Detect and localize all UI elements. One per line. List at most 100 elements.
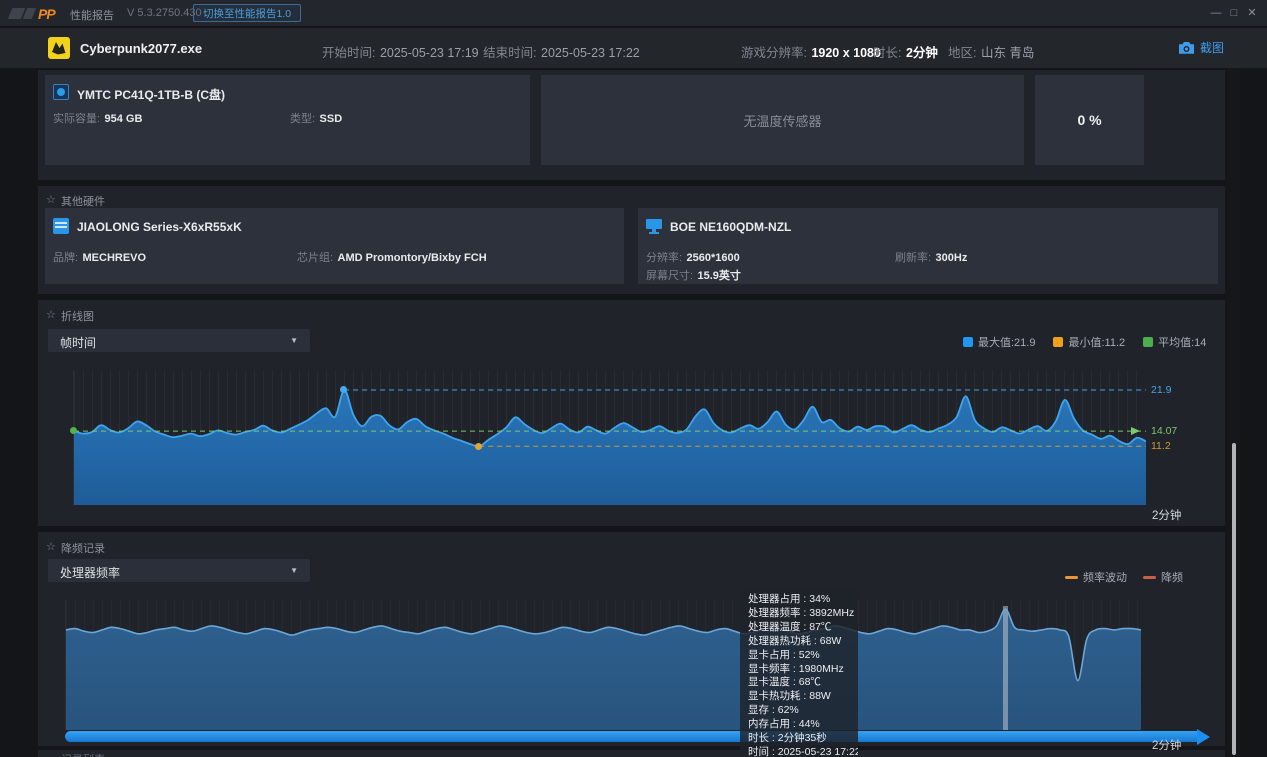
- legend-swatch: [963, 337, 973, 347]
- frame-time-series: [74, 370, 1146, 505]
- display-resolution: 分辨率: 2560*1600: [646, 248, 740, 266]
- game-icon-glyph: [48, 37, 70, 59]
- motherboard-icon: [53, 218, 69, 234]
- app-version: V 5.3.2750.430: [127, 7, 202, 19]
- disk-capacity: 实际容量: 954 GB: [53, 109, 142, 127]
- record-list-section: 记录列表: [38, 750, 1225, 757]
- star-icon: ☆: [46, 308, 56, 321]
- other-hardware-section: ☆ 其他硬件 JIAOLONG Series-X6xR55xK 品牌: MECH…: [38, 186, 1225, 294]
- logo-text: PP: [38, 6, 55, 22]
- screen-size-label: 屏幕尺寸:: [646, 270, 693, 282]
- switch-report-button[interactable]: 切换至性能报告1.0: [193, 4, 301, 22]
- star-icon: ☆: [46, 193, 56, 206]
- minimize-button[interactable]: —: [1207, 0, 1225, 26]
- tooltip-line: 显卡频率 : 1980MHz: [748, 663, 850, 677]
- disk-icon: [53, 84, 69, 100]
- refresh-label: 刷新率:: [895, 252, 931, 264]
- line-chart-section: ☆ 折线图 帧时间 ▼ 最大值:21.9 最小值:11.2 平均值:14 21: [38, 300, 1225, 526]
- end-time-value: 2025-05-23 17:22: [541, 46, 640, 60]
- disk-usage-value: 0 %: [1035, 75, 1144, 165]
- disk-type: 类型: SSD: [290, 109, 342, 127]
- type-label: 类型:: [290, 113, 315, 125]
- game-icon: [48, 37, 70, 59]
- close-button[interactable]: ✕: [1243, 0, 1261, 26]
- monitor-icon: [646, 218, 662, 234]
- logo-swoosh-icon: [23, 8, 36, 19]
- legend-item-min[interactable]: 最小值:11.2: [1053, 334, 1125, 350]
- tooltip-line: 内存占用 : 44%: [748, 718, 850, 732]
- metric-dropdown[interactable]: 帧时间 ▼: [48, 329, 310, 352]
- duration-info: 时长: 2分钟: [873, 42, 938, 62]
- throttle-legend: 频率波动 降频: [1065, 569, 1183, 585]
- tooltip-line: 显卡占用 : 52%: [748, 649, 850, 663]
- legend-label: 频率波动: [1083, 569, 1127, 585]
- resolution-label: 游戏分辨率:: [741, 46, 807, 60]
- frame-time-chart[interactable]: 21.914.0711.2: [73, 370, 1223, 505]
- legend-swatch: [1143, 337, 1153, 347]
- data-point-marker: [475, 443, 482, 450]
- legend-swatch: [1053, 337, 1063, 347]
- cpu-frequency-chart[interactable]: [65, 600, 1140, 730]
- tooltip-line: 时间 : 2025-05-23 17:22: [748, 746, 850, 757]
- section-title: 记录列表: [61, 751, 105, 757]
- motherboard-name: JIAOLONG Series-X6xR55xK: [77, 220, 242, 234]
- display-refresh: 刷新率: 300Hz: [895, 248, 967, 266]
- game-name: Cyberpunk2077.exe: [80, 41, 202, 56]
- maximize-button[interactable]: □: [1225, 0, 1243, 26]
- region-value: 山东 青岛: [981, 46, 1034, 60]
- cpu-frequency-plot-area[interactable]: [65, 600, 1140, 730]
- duration-label: 时长:: [873, 46, 901, 60]
- motherboard-panel: JIAOLONG Series-X6xR55xK 品牌: MECHREVO 芯片…: [45, 208, 624, 284]
- tooltip-line: 显卡温度 : 68℃: [748, 676, 850, 690]
- report-header: Cyberpunk2077.exe 开始时间: 2025-05-23 17:19…: [0, 28, 1267, 68]
- legend-label: 降频: [1161, 569, 1183, 585]
- ref-line-label: 21.9: [1151, 384, 1171, 396]
- legend-label: 最大值:21.9: [978, 334, 1035, 350]
- legend-item-avg[interactable]: 平均值:14: [1143, 334, 1206, 350]
- chipset-label: 芯片组:: [297, 252, 333, 264]
- region-label: 地区:: [948, 46, 976, 60]
- section-title: 其他硬件: [61, 193, 105, 209]
- legend-item-throttle[interactable]: 降频: [1143, 569, 1183, 585]
- display-panel: BOE NE160QDM-NZL 分辨率: 2560*1600 刷新率: 300…: [638, 208, 1218, 284]
- data-point-marker: [70, 427, 77, 434]
- metric-dropdown-value: 帧时间: [60, 334, 96, 351]
- legend-dash: [1065, 576, 1078, 579]
- screen-size-value: 15.9英寸: [698, 270, 741, 282]
- resolution-value: 1920 x 1080: [811, 46, 881, 60]
- chevron-down-icon: ▼: [290, 566, 298, 575]
- chevron-down-icon: ▼: [290, 336, 298, 345]
- throttle-section: ☆ 降频记录 处理器频率 ▼ 频率波动 降频 2分钟: [38, 532, 1225, 746]
- frequency-dropdown[interactable]: 处理器频率 ▼: [48, 559, 310, 582]
- screenshot-button[interactable]: 截图: [1178, 39, 1224, 56]
- scrollbar-thumb[interactable]: [1232, 443, 1236, 755]
- legend-label: 最小值:11.2: [1068, 334, 1125, 350]
- duration-value: 2分钟: [906, 46, 938, 60]
- start-time-label: 开始时间:: [322, 46, 375, 60]
- chipset-value: AMD Promontory/Bixby FCH: [338, 252, 487, 264]
- display-size: 屏幕尺寸: 15.9英寸: [646, 266, 741, 284]
- camera-icon: [1178, 41, 1195, 55]
- capacity-value: 954 GB: [105, 113, 143, 125]
- legend-item-max[interactable]: 最大值:21.9: [963, 334, 1035, 350]
- frame-time-plot-area[interactable]: [73, 370, 1145, 505]
- disk-name: YMTC PC41Q-1TB-B (C盘): [77, 86, 225, 103]
- x-axis-label: 2分钟: [1152, 507, 1181, 523]
- disk-usage-panel: 0 %: [1035, 75, 1144, 165]
- capacity-label: 实际容量:: [53, 113, 100, 125]
- app-logo: PP: [10, 6, 55, 24]
- tooltip-line: 显卡热功耗 : 88W: [748, 690, 850, 704]
- section-title: 降频记录: [61, 540, 105, 556]
- app-window: PP 性能报告 V 5.3.2750.430 切换至性能报告1.0 —□✕ Cy…: [0, 0, 1267, 757]
- tooltip-line: 处理器频率 : 3892MHz: [748, 607, 850, 621]
- time-info: 开始时间: 2025-05-23 17:19 结束时间: 2025-05-23 …: [322, 42, 640, 62]
- display-resolution-label: 分辨率:: [646, 252, 682, 264]
- titlebar: PP 性能报告 V 5.3.2750.430 切换至性能报告1.0 —□✕: [0, 0, 1267, 26]
- motherboard-brand: 品牌: MECHREVO: [53, 248, 146, 266]
- section-title: 折线图: [61, 308, 94, 324]
- screenshot-label: 截图: [1200, 39, 1224, 56]
- chart-legend: 最大值:21.9 最小值:11.2 平均值:14: [963, 334, 1206, 350]
- legend-item-fluctuation[interactable]: 频率波动: [1065, 569, 1127, 585]
- window-controls: —□✕: [1207, 0, 1261, 26]
- ref-line-label: 14.07: [1151, 425, 1177, 437]
